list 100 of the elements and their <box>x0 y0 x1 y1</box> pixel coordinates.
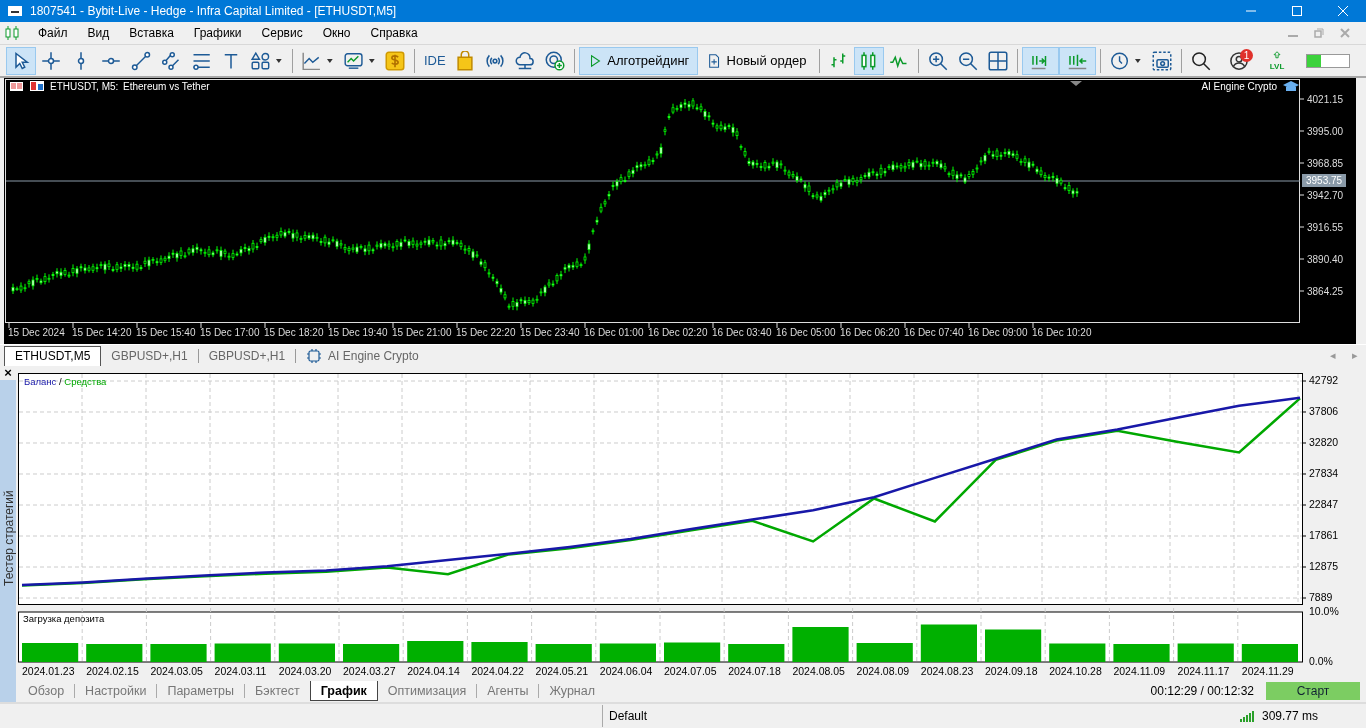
chart-shift-button[interactable] <box>1059 46 1097 75</box>
chart-properties-icon[interactable] <box>30 81 44 91</box>
caret-icon <box>367 56 376 65</box>
tester-tab[interactable]: Обзор <box>18 681 75 701</box>
chart-tab[interactable]: AI Engine Crypto <box>296 345 429 366</box>
zoom-out-icon <box>958 50 979 71</box>
ide-button[interactable]: IDE <box>419 46 451 75</box>
date-axis-label: 2024.11.17 <box>1177 665 1230 677</box>
chart-tab[interactable]: GBPUSD+,H1 <box>198 345 296 366</box>
indicator-name: AI Engine Crypto <box>1201 81 1277 92</box>
caret-icon <box>325 56 334 65</box>
price-axis-label: 3942.70 <box>1307 190 1344 201</box>
deposit-load-bar <box>1241 644 1298 662</box>
chart-shift-marker-icon[interactable] <box>1070 81 1082 86</box>
caret-icon <box>1134 56 1143 65</box>
time-axis-label: 15 Dec 15:40 <box>136 327 196 338</box>
deposit-load-bar <box>920 624 977 662</box>
menu-item[interactable]: Справка <box>360 23 428 43</box>
menu-item[interactable]: Файл <box>28 23 78 43</box>
axis-label: 42792 <box>1309 373 1339 386</box>
time-axis-label: 15 Dec 21:00 <box>392 327 452 338</box>
level-button[interactable]: LVL <box>1262 46 1293 75</box>
deposit-load-bar <box>150 644 207 662</box>
date-axis-label: 2024.04.14 <box>407 665 460 677</box>
coin-dollar-icon <box>385 50 406 71</box>
chart-tab[interactable]: ETHUSDT,M5 <box>4 345 102 366</box>
tester-tab[interactable]: Журнал <box>539 681 605 701</box>
price-axis-label: 3864.25 <box>1307 286 1344 297</box>
tester-tab[interactable]: Настройки <box>75 681 157 701</box>
shapes-icon <box>251 50 271 71</box>
cursor-button[interactable] <box>6 46 36 75</box>
app-candles-icon <box>4 26 20 40</box>
axis-label: 17861 <box>1309 528 1339 541</box>
time-axis-label: 16 Dec 01:00 <box>584 327 644 338</box>
price-chart[interactable] <box>4 78 1356 344</box>
time-axis-label: 15 Dec 17:00 <box>200 327 260 338</box>
axis-label: 32820 <box>1309 435 1339 448</box>
menu-item[interactable]: Окно <box>312 23 361 43</box>
monitor-chart-icon <box>343 50 363 71</box>
zoom-in-icon <box>928 50 949 71</box>
price-axis-label: 3916.55 <box>1307 222 1344 233</box>
chip-icon <box>306 347 323 364</box>
new-order-button[interactable]: Новый ордер <box>698 46 816 75</box>
document-plus-icon <box>707 51 722 70</box>
date-axis-label: 2024.06.04 <box>599 665 653 677</box>
time-axis-label: 16 Dec 03:40 <box>712 327 772 338</box>
date-axis-label: 2024.03.05 <box>150 665 203 677</box>
window-title: 1807541 - Bybit-Live - Hedge - Infra Capital Limited - [ETHUSDT,M5] <box>30 3 397 20</box>
menu-item[interactable]: Сервис <box>251 23 313 43</box>
deposit-load-bar <box>856 643 913 662</box>
panel-close-button[interactable]: × <box>0 366 16 380</box>
axis-label: 12875 <box>1309 559 1339 572</box>
tester-tab[interactable]: Оптимизация <box>377 681 477 701</box>
radar-plus-icon <box>545 50 566 71</box>
tester-tab[interactable]: График <box>309 681 378 701</box>
caret-icon <box>275 56 283 65</box>
deposit-load-bar <box>407 641 464 662</box>
date-axis-label: 2024.05.21 <box>535 665 589 677</box>
algo-trading-button[interactable]: Алготрейдинг <box>579 46 699 75</box>
time-axis-label: 15 Dec 18:20 <box>264 327 324 338</box>
signal-strength-icon <box>1239 710 1254 722</box>
chart-title: Загрузка депозита <box>23 613 105 624</box>
menu-item[interactable]: Графики <box>183 23 252 43</box>
time-axis-label: 15 Dec 22:20 <box>456 327 516 338</box>
time-axis-label: 15 Dec 23:40 <box>520 327 580 338</box>
date-axis-label: 2024.03.27 <box>343 665 396 677</box>
account-button[interactable]: 1 <box>1224 46 1255 75</box>
tester-tab[interactable]: Агенты <box>477 681 539 701</box>
maximize-icon <box>1292 6 1302 16</box>
axis-label: 22847 <box>1309 497 1339 510</box>
time-axis-label: 16 Dec 06:20 <box>840 327 900 338</box>
candlestick-button[interactable] <box>854 46 885 75</box>
deposit-load-bar <box>1113 644 1170 662</box>
axis-label: 37806 <box>1309 404 1339 417</box>
search-icon <box>1191 50 1212 71</box>
date-axis-label: 2024.11.09 <box>1113 665 1166 677</box>
start-button[interactable]: Старт <box>1266 682 1360 700</box>
tester-tab[interactable]: Бэктест <box>245 681 310 701</box>
elapsed-time: 00:12:29 / 00:12:32 <box>1150 683 1254 700</box>
menu-item[interactable]: Вставка <box>119 23 184 43</box>
chart-tab[interactable]: GBPUSD+,H1 <box>101 345 198 366</box>
axis-label: 0.0% <box>1309 654 1333 667</box>
strategy-tester-label[interactable]: Тестер стратегий <box>0 380 16 702</box>
date-axis-label: 2024.04.22 <box>471 665 524 677</box>
autoscroll-button[interactable] <box>1022 46 1060 75</box>
time-axis-label: 16 Dec 10:20 <box>1032 327 1092 338</box>
date-axis-label: 2024.09.18 <box>985 665 1038 677</box>
deposit-load-bar <box>664 642 721 662</box>
date-axis-label: 2024.11.29 <box>1241 665 1294 677</box>
app-logo-icon <box>8 6 22 16</box>
tester-tab[interactable]: Параметры <box>157 681 245 701</box>
menu-item[interactable]: Вид <box>77 23 120 43</box>
cloud-icon <box>515 50 536 71</box>
deposit-load-bar <box>471 642 528 662</box>
deposit-load-bar <box>22 643 79 662</box>
camera-icon <box>1152 50 1173 71</box>
price-axis-label: 3968.85 <box>1307 158 1344 169</box>
chart-legend: Баланс / Средства <box>24 376 107 387</box>
axis-label: 7889 <box>1309 590 1333 603</box>
date-axis-label: 2024.08.05 <box>792 665 845 677</box>
